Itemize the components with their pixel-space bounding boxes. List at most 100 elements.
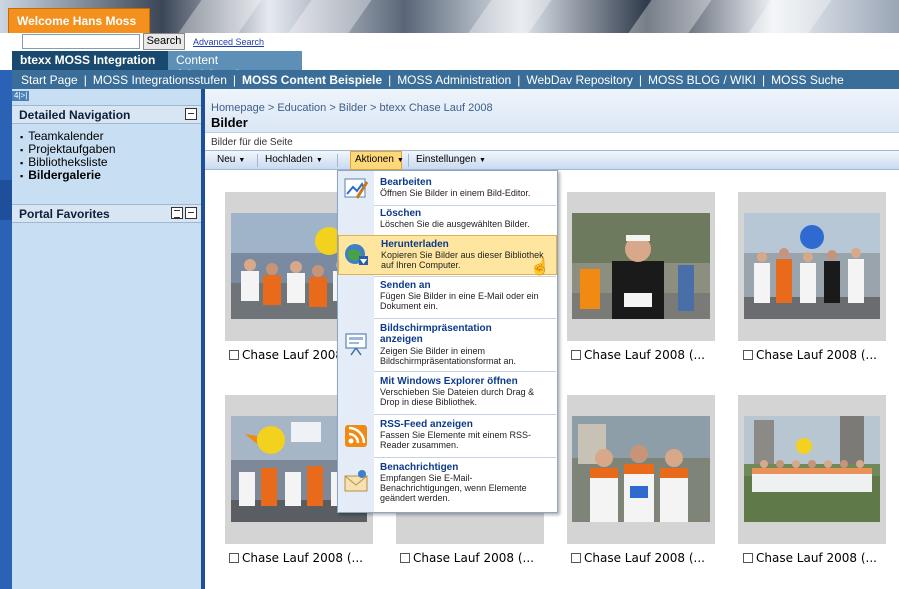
menu-item-senden-an[interactable]: Senden an Fügen Sie Bilder in eine E-Mai… [338, 278, 557, 318]
menu-item-benachrichtigen[interactable]: Benachrichtigen Empfangen Sie E-Mail-Ben… [338, 460, 557, 512]
edit-image-icon [343, 176, 369, 202]
toolbar-aktionen-label: Aktionen [355, 154, 394, 165]
minimize-icon[interactable] [185, 108, 197, 120]
menu-item-description: Verschieben Sie Dateien durch Drag & Dro… [380, 387, 535, 407]
thumbnail-caption[interactable]: Chase Lauf 2008 (... [743, 551, 877, 565]
menu-item-title: Bildschirmpräsentation anzeigen [380, 323, 492, 345]
select-checkbox[interactable] [571, 350, 581, 360]
detailed-navigation-title: Detailed Navigation [19, 108, 131, 122]
toolbar-aktionen-menu[interactable]: Aktionen ▼ [355, 154, 404, 165]
nav-webdav-repository[interactable]: WebDav Repository [526, 73, 633, 87]
nav-moss-blog-wiki[interactable]: MOSS BLOG / WIKI [648, 73, 756, 87]
advanced-search-link[interactable]: Advanced Search [193, 37, 264, 47]
menu-item-bildschirmpraesentation[interactable]: Bildschirmpräsentation anzeigen Zeigen S… [338, 321, 557, 371]
menu-item-rss-feed[interactable]: RSS-Feed anzeigen Fassen Sie Elemente mi… [338, 417, 557, 457]
presentation-icon [343, 331, 369, 357]
page-title-area: Homepage > Education > Bilder > btexx Ch… [205, 89, 899, 133]
menu-item-title: RSS-Feed anzeigen [380, 419, 473, 430]
left-edge-decoration [0, 70, 12, 589]
portal-favorites-title: Portal Favorites [19, 207, 110, 221]
aktionen-dropdown-menu: Bearbeiten Öffnen Sie Bilder in einem Bi… [337, 170, 558, 513]
thumbnail-caption[interactable]: Chase Lauf 2008 (... [571, 348, 705, 362]
menu-item-herunterladen[interactable]: Herunterladen Kopieren Sie Bilder aus di… [338, 235, 557, 275]
toolbar-hochladen-menu[interactable]: Hochladen ▼ [265, 154, 323, 165]
toolbar-einstellungen-menu[interactable]: Einstellungen ▼ [416, 154, 486, 165]
thumbnail-caption[interactable]: Chase Lauf 2008 (... [743, 348, 877, 362]
dropdown-arrow-icon: ▼ [396, 157, 404, 164]
hand-cursor-icon: ☝ [530, 259, 550, 276]
menu-item-title: Benachrichtigen [380, 462, 459, 473]
thumbnail-caption[interactable]: Chase Lauf 2008 [229, 348, 343, 362]
menu-item-description: Kopieren Sie Bilder aus dieser Bibliothe… [381, 250, 544, 270]
select-checkbox[interactable] [229, 350, 239, 360]
photo-three-runners [572, 416, 710, 522]
nav-moss-suche[interactable]: MOSS Suche [771, 73, 844, 87]
select-checkbox[interactable] [229, 553, 239, 563]
tab-content-administration[interactable]: Content Administration [168, 51, 302, 81]
left-navigation: 4|>| Detailed Navigation Teamkalender Pr… [12, 89, 205, 589]
caption-text: Chase Lauf 2008 (... [242, 551, 363, 565]
top-tab-bar: btexx MOSS Integration Content Administr… [0, 51, 899, 81]
welcome-menu[interactable]: Welcome Hans Moss [8, 8, 150, 33]
menu-item-title: Bearbeiten [380, 177, 432, 188]
thumbnail-caption[interactable]: Chase Lauf 2008 (... [229, 551, 363, 565]
left-edge-accent [0, 180, 12, 220]
nav-moss-content-beispiele[interactable]: MOSS Content Beispiele [242, 73, 382, 87]
select-checkbox[interactable] [743, 553, 753, 563]
search-input[interactable] [22, 34, 140, 49]
menu-item-description: Fügen Sie Bilder in eine E-Mail oder ein… [380, 291, 539, 311]
menu-item-title: Löschen [380, 208, 422, 219]
thumbnail-caption[interactable]: Chase Lauf 2008 (... [571, 551, 705, 565]
caption-text: Chase Lauf 2008 (... [584, 551, 705, 565]
portal-favorites-header: Portal Favorites [12, 204, 201, 223]
globe-download-icon [344, 242, 370, 268]
menu-item-windows-explorer[interactable]: Mit Windows Explorer öffnen Verschieben … [338, 374, 557, 414]
caption-text: Chase Lauf 2008 (... [584, 348, 705, 362]
global-navigation: Start Page | MOSS Integrationsstufen | MOSS … [12, 70, 899, 89]
gallery-thumbnail[interactable] [738, 192, 886, 341]
restore-icon[interactable] [185, 207, 197, 219]
detailed-navigation-header: Detailed Navigation [12, 105, 201, 124]
menu-item-bearbeiten[interactable]: Bearbeiten Öffnen Sie Bilder in einem Bi… [338, 173, 557, 205]
gallery-thumbnail[interactable] [738, 395, 886, 544]
search-button[interactable]: Search [143, 33, 185, 50]
toolbar-hochladen-label: Hochladen [265, 154, 313, 165]
menu-item-description: Zeigen Sie Bilder in einem Bildschirmprä… [380, 346, 517, 366]
tab-btexx-moss-integration[interactable]: btexx MOSS Integration [12, 51, 168, 70]
caption-text: Chase Lauf 2008 (... [756, 348, 877, 362]
menu-item-title: Herunterladen [381, 239, 449, 250]
menu-item-loeschen[interactable]: Löschen Löschen Sie die ausgewählten Bil… [338, 207, 557, 235]
photo-runners-group [744, 213, 880, 319]
detailed-navigation-list: Teamkalender Projektaufgaben Bibliotheks… [20, 130, 116, 182]
list-toolbar: Neu ▼ Hochladen ▼ Aktionen ▼ Einstellungen ▼ [205, 150, 899, 170]
menu-item-description: Fassen Sie Elemente mit einem RSS-Reader… [380, 430, 532, 450]
toolbar-neu-menu[interactable]: Neu ▼ [217, 154, 245, 165]
breadcrumb[interactable]: Homepage > Education > Bilder > btexx Ch… [211, 102, 493, 114]
gallery-thumbnail[interactable] [567, 395, 715, 544]
menu-item-description: Öffnen Sie Bilder in einem Bild-Editor. [380, 188, 531, 198]
dropdown-arrow-icon: ▼ [315, 157, 323, 164]
list-icon[interactable] [171, 207, 183, 219]
page-title: Bilder [211, 115, 248, 130]
dropdown-arrow-icon: ▼ [479, 157, 486, 164]
nav-moss-integrationsstufen[interactable]: MOSS Integrationsstufen [93, 73, 227, 87]
rss-icon [343, 423, 369, 449]
menu-item-description: Löschen Sie die ausgewählten Bilder. [380, 219, 530, 229]
nav-item-bildergalerie[interactable]: Bildergalerie [20, 169, 116, 182]
photo-runner-portrait [572, 213, 710, 319]
select-checkbox[interactable] [400, 553, 410, 563]
thumbnail-caption[interactable]: Chase Lauf 2008 (... [400, 551, 534, 565]
menu-item-title: Mit Windows Explorer öffnen [380, 376, 518, 387]
mail-alert-icon [343, 468, 369, 494]
select-checkbox[interactable] [571, 553, 581, 563]
caption-text: Chase Lauf 2008 (... [756, 551, 877, 565]
nav-toggle-arrows[interactable]: 4|>| [12, 91, 30, 101]
toolbar-neu-label: Neu [217, 154, 236, 165]
toolbar-einstellungen-label: Einstellungen [416, 154, 477, 165]
nav-start-page[interactable]: Start Page [21, 73, 78, 87]
select-checkbox[interactable] [743, 350, 753, 360]
search-row: Search Advanced Search [0, 33, 899, 51]
dropdown-arrow-icon: ▼ [238, 157, 246, 164]
gallery-thumbnail[interactable] [567, 192, 715, 341]
nav-moss-administration[interactable]: MOSS Administration [397, 73, 511, 87]
